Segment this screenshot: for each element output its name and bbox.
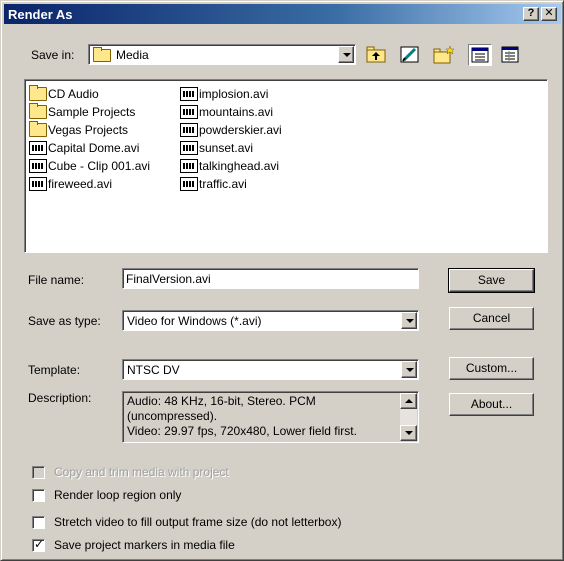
help-button[interactable]: ? — [523, 7, 539, 21]
save-markers-label: Save project markers in media file — [54, 538, 235, 552]
scroll-down-icon[interactable] — [400, 425, 417, 441]
video-file-icon — [29, 141, 47, 155]
copy-trim-label: Copy and trim media with project — [54, 465, 229, 479]
video-file-icon — [180, 141, 198, 155]
up-one-level-icon — [366, 46, 386, 63]
desktop-button[interactable] — [398, 44, 422, 66]
stretch-video-label: Stretch video to fill output frame size … — [54, 515, 342, 529]
video-file-icon — [29, 159, 47, 173]
save-as-type-combo[interactable]: Video for Windows (*.avi) — [122, 310, 419, 331]
details-view-button[interactable] — [498, 44, 522, 66]
video-file-icon — [29, 177, 47, 191]
description-box: Audio: 48 KHz, 16-bit, Stereo. PCM (unco… — [122, 391, 419, 443]
video-file-icon — [180, 177, 198, 191]
folder-icon — [93, 47, 111, 62]
render-loop-label: Render loop region only — [54, 488, 182, 502]
save-as-type-value: Video for Windows (*.avi) — [127, 314, 262, 328]
stretch-video-checkbox[interactable] — [32, 516, 45, 529]
list-view-icon — [471, 47, 489, 63]
folder-icon — [29, 103, 47, 119]
description-scrollbar[interactable] — [400, 393, 417, 441]
folder-icon — [29, 85, 47, 101]
description-text: Audio: 48 KHz, 16-bit, Stereo. PCM (unco… — [127, 394, 397, 439]
save-in-label: Save in: — [31, 48, 75, 62]
render-loop-checkbox[interactable] — [32, 489, 45, 502]
scroll-up-icon[interactable] — [400, 393, 417, 409]
description-label: Description: — [28, 391, 92, 405]
list-view-button[interactable] — [468, 44, 492, 66]
template-value: NTSC DV — [127, 363, 180, 377]
save-in-value: Media — [116, 48, 149, 62]
custom-button[interactable]: Custom... — [449, 357, 534, 380]
chevron-down-icon[interactable] — [338, 46, 354, 63]
new-folder-button[interactable] — [432, 44, 456, 66]
chevron-down-icon[interactable] — [401, 361, 417, 378]
checkmark-icon: ✓ — [34, 537, 45, 551]
cancel-button[interactable]: Cancel — [449, 307, 534, 330]
title-bar[interactable]: Render As ? ✕ — [4, 4, 561, 24]
save-markers-checkbox[interactable]: ✓ — [32, 537, 45, 552]
up-one-level-button[interactable] — [364, 44, 388, 66]
video-file-icon — [180, 87, 198, 101]
file-name-input[interactable]: FinalVersion.avi — [122, 268, 419, 289]
window-title: Render As — [8, 7, 73, 22]
chevron-down-icon[interactable] — [401, 312, 417, 329]
video-file-icon — [180, 159, 198, 173]
template-combo[interactable]: NTSC DV — [122, 359, 419, 380]
video-file-icon — [180, 123, 198, 137]
description-line: (uncompressed). — [127, 409, 218, 423]
template-label: Template: — [28, 363, 81, 377]
file-list[interactable]: CD Audio Sample Projects Vegas Projects … — [24, 79, 548, 253]
video-file-icon — [180, 105, 198, 119]
close-button[interactable]: ✕ — [541, 7, 557, 21]
copy-trim-checkbox[interactable] — [32, 466, 45, 479]
desktop-icon — [400, 46, 419, 63]
description-line: Video: 29.97 fps, 720x480, Lower field f… — [127, 424, 357, 438]
render-as-dialog: Render As ? ✕ Save in: Media CD Audio Sa… — [0, 0, 564, 561]
save-as-type-label: Save as type: — [28, 314, 101, 328]
file-name-label: File name: — [28, 273, 85, 287]
save-in-combo[interactable]: Media — [88, 44, 356, 65]
save-button[interactable]: Save — [448, 268, 535, 293]
folder-icon — [29, 121, 47, 137]
new-folder-icon — [433, 45, 455, 64]
description-line: Audio: 48 KHz, 16-bit, Stereo. PCM — [127, 394, 316, 408]
file-name-value: FinalVersion.avi — [126, 272, 211, 286]
about-button[interactable]: About... — [449, 393, 534, 416]
details-view-icon — [501, 46, 519, 63]
